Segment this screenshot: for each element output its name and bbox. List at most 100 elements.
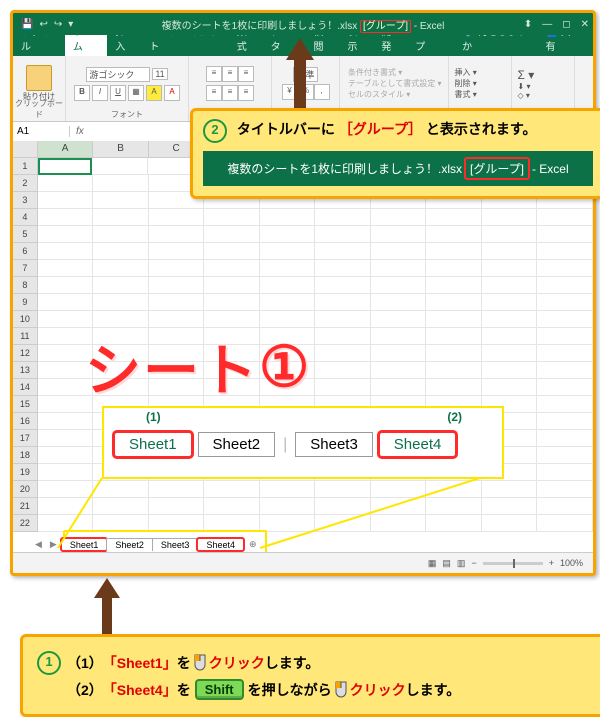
cell-H22[interactable] [426, 515, 482, 532]
format-as-table-button[interactable]: テーブルとして書式設定 ▾ [346, 78, 442, 89]
cell-C20[interactable] [149, 481, 205, 498]
zoom-level[interactable]: 100% [560, 558, 583, 568]
cell-G12[interactable] [371, 345, 427, 362]
cell-B2[interactable] [93, 175, 149, 192]
cell-C8[interactable] [149, 277, 205, 294]
cell-B7[interactable] [93, 260, 149, 277]
cell-J19[interactable] [537, 464, 593, 481]
row-header-4[interactable]: 4 [13, 209, 38, 226]
cell-A21[interactable] [38, 498, 94, 515]
cell-F12[interactable] [315, 345, 371, 362]
cell-J8[interactable] [537, 277, 593, 294]
align-right-button[interactable]: ≡ [238, 85, 254, 101]
cell-G20[interactable] [371, 481, 427, 498]
view-normal-icon[interactable]: ▦ [428, 558, 437, 569]
view-layout-icon[interactable]: ▤ [442, 558, 451, 569]
clear-button[interactable]: ◇ ▾ [518, 91, 530, 100]
font-size-select[interactable]: 11 [152, 68, 167, 80]
row-header-19[interactable]: 19 [13, 464, 38, 481]
cell-H4[interactable] [426, 209, 482, 226]
cell-D5[interactable] [204, 226, 260, 243]
cell-E4[interactable] [260, 209, 316, 226]
col-header-B[interactable]: B [93, 141, 149, 157]
insert-cells-button[interactable]: 挿入 ▾ [455, 67, 477, 78]
row-header-18[interactable]: 18 [13, 447, 38, 464]
cell-H9[interactable] [426, 294, 482, 311]
row-header-9[interactable]: 9 [13, 294, 38, 311]
cell-J20[interactable] [537, 481, 593, 498]
cell-H10[interactable] [426, 311, 482, 328]
row-header-8[interactable]: 8 [13, 277, 38, 294]
cell-D6[interactable] [204, 243, 260, 260]
row-header-6[interactable]: 6 [13, 243, 38, 260]
cell-J15[interactable] [537, 396, 593, 413]
row-header-5[interactable]: 5 [13, 226, 38, 243]
cell-F4[interactable] [315, 209, 371, 226]
align-left-button[interactable]: ≡ [206, 85, 222, 101]
cell-F7[interactable] [315, 260, 371, 277]
cell-J11[interactable] [537, 328, 593, 345]
cell-D8[interactable] [204, 277, 260, 294]
align-mid-button[interactable]: ≡ [222, 66, 238, 82]
tab-nav-right-icon[interactable]: ▶ [46, 539, 61, 550]
cell-F6[interactable] [315, 243, 371, 260]
cell-G10[interactable] [371, 311, 427, 328]
cell-B6[interactable] [93, 243, 149, 260]
cell-I12[interactable] [482, 345, 538, 362]
cell-I21[interactable] [482, 498, 538, 515]
cell-G4[interactable] [371, 209, 427, 226]
cell-A1[interactable] [38, 158, 93, 175]
zoom-out-button[interactable]: − [471, 558, 476, 568]
cell-F10[interactable] [315, 311, 371, 328]
cell-G13[interactable] [371, 362, 427, 379]
cell-styles-button[interactable]: セルのスタイル ▾ [346, 89, 410, 100]
cell-E6[interactable] [260, 243, 316, 260]
cell-G21[interactable] [371, 498, 427, 515]
cell-C5[interactable] [149, 226, 205, 243]
cell-I13[interactable] [482, 362, 538, 379]
fx-icon[interactable]: fx [70, 126, 90, 137]
row-header-17[interactable]: 17 [13, 430, 38, 447]
cell-A18[interactable] [38, 447, 94, 464]
cell-E8[interactable] [260, 277, 316, 294]
cell-F11[interactable] [315, 328, 371, 345]
cell-A9[interactable] [38, 294, 94, 311]
cell-G14[interactable] [371, 379, 427, 396]
cell-I8[interactable] [482, 277, 538, 294]
cell-H21[interactable] [426, 498, 482, 515]
cell-A16[interactable] [38, 413, 94, 430]
cell-A5[interactable] [38, 226, 94, 243]
cell-D9[interactable] [204, 294, 260, 311]
cell-I5[interactable] [482, 226, 538, 243]
cell-B3[interactable] [93, 192, 149, 209]
cell-B9[interactable] [93, 294, 149, 311]
cell-C9[interactable] [149, 294, 205, 311]
row-header-3[interactable]: 3 [13, 192, 38, 209]
cell-A19[interactable] [38, 464, 94, 481]
row-header-13[interactable]: 13 [13, 362, 38, 379]
new-sheet-button[interactable]: ⊕ [243, 539, 263, 550]
row-header-2[interactable]: 2 [13, 175, 38, 192]
minimize-icon[interactable]: — [542, 19, 552, 30]
cell-J17[interactable] [537, 430, 593, 447]
align-top-button[interactable]: ≡ [206, 66, 222, 82]
cell-B21[interactable] [93, 498, 149, 515]
row-header-21[interactable]: 21 [13, 498, 38, 515]
row-header-16[interactable]: 16 [13, 413, 38, 430]
cell-J6[interactable] [537, 243, 593, 260]
sheet-tab-2[interactable]: Sheet2 [106, 538, 153, 551]
cell-B1[interactable] [92, 158, 148, 175]
cell-H5[interactable] [426, 226, 482, 243]
cell-J22[interactable] [537, 515, 593, 532]
cell-H7[interactable] [426, 260, 482, 277]
cell-E7[interactable] [260, 260, 316, 277]
paste-icon[interactable] [26, 65, 52, 91]
cell-G9[interactable] [371, 294, 427, 311]
cell-J16[interactable] [537, 413, 593, 430]
cell-J10[interactable] [537, 311, 593, 328]
cell-H6[interactable] [426, 243, 482, 260]
col-header-A[interactable]: A [38, 141, 94, 157]
cell-G8[interactable] [371, 277, 427, 294]
format-cells-button[interactable]: 書式 ▾ [455, 89, 477, 100]
cell-D20[interactable] [204, 481, 260, 498]
